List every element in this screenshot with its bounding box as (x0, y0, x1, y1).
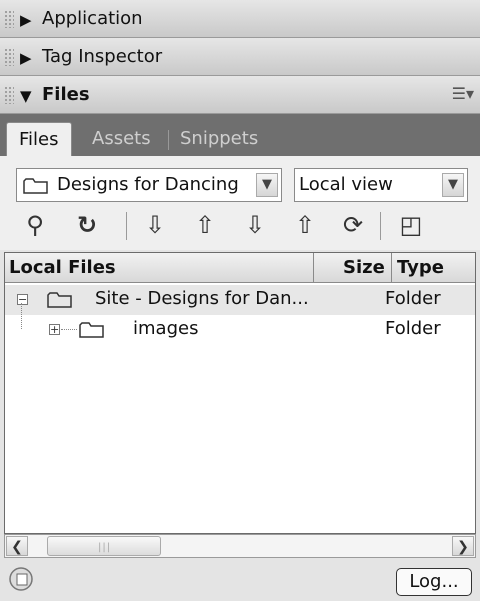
file-list[interactable]: Local Files Size Type − Site - Designs f… (4, 252, 476, 534)
site-select[interactable]: Designs for Dancing ▼ (16, 168, 282, 202)
chevron-down-icon[interactable]: ▼ (442, 173, 464, 197)
column-header-local-files[interactable]: Local Files (9, 257, 116, 278)
tab-assets[interactable]: Assets (92, 122, 151, 156)
check-in-icon[interactable]: ⇧ (290, 210, 320, 240)
folder-icon (47, 292, 72, 308)
scroll-right-icon[interactable]: ❯ (452, 536, 474, 556)
file-type: Folder (385, 318, 441, 339)
files-panel-header[interactable]: ▼ Files ☰▾ (0, 76, 480, 114)
scroll-left-icon[interactable]: ❮ (6, 536, 28, 556)
check-out-icon[interactable]: ⇩ (240, 210, 270, 240)
file-name: images (133, 318, 199, 339)
grip-icon[interactable] (4, 10, 14, 28)
scrollbar-thumb[interactable]: ||| (47, 536, 161, 556)
tab-files[interactable]: Files (6, 122, 72, 157)
application-panel-title: Application (42, 8, 143, 29)
grip-icon[interactable] (4, 48, 14, 66)
column-headers: Local Files Size Type (5, 253, 475, 283)
refresh-icon[interactable]: ↻ (72, 210, 102, 240)
tag-inspector-panel-title: Tag Inspector (42, 46, 163, 67)
chevron-down-icon[interactable]: ▼ (256, 173, 278, 197)
column-header-type[interactable]: Type (397, 257, 444, 278)
tree-line (61, 329, 77, 330)
site-select-value: Designs for Dancing (57, 174, 239, 195)
application-panel-header[interactable]: ▶ Application (0, 0, 480, 38)
files-panel-title: Files (42, 84, 90, 105)
table-row[interactable]: − Site - Designs for Dan... Folder (5, 285, 475, 315)
tab-bar: Files Assets Snippets (0, 114, 480, 157)
column-divider[interactable] (313, 253, 314, 283)
expand-icon[interactable]: ◰ (396, 210, 426, 240)
view-select-value: Local view (299, 174, 393, 195)
tag-inspector-panel-header[interactable]: ▶ Tag Inspector (0, 38, 480, 76)
grip-icon: ||| (98, 542, 112, 553)
put-icon[interactable]: ⇧ (190, 210, 220, 240)
grip-icon[interactable] (4, 86, 14, 104)
file-name: Site - Designs for Dan... (95, 288, 309, 309)
tab-divider (168, 130, 169, 150)
folder-icon (79, 322, 104, 338)
collapsed-triangle-icon: ▶ (20, 11, 32, 29)
collapsed-triangle-icon: ▶ (20, 49, 32, 67)
expanded-triangle-icon: ▼ (20, 87, 32, 105)
connect-icon[interactable]: ⚲ (20, 210, 50, 240)
column-divider[interactable] (391, 253, 392, 283)
horizontal-scrollbar[interactable]: ❮ ||| ❯ (4, 534, 476, 558)
folder-icon (23, 178, 48, 194)
column-header-size[interactable]: Size (343, 257, 385, 278)
synchronize-icon[interactable]: ⟳ (338, 210, 368, 240)
file-type: Folder (385, 288, 441, 309)
tree-line (21, 303, 23, 329)
files-toolbar: Designs for Dancing ▼ Local view ▼ ⚲ ↻ ⇩… (0, 156, 480, 250)
status-bar: Log... (0, 560, 480, 601)
get-icon[interactable]: ⇩ (140, 210, 170, 240)
log-button[interactable]: Log... (396, 568, 472, 596)
toolbar-divider (380, 212, 381, 240)
table-row[interactable]: + images Folder (5, 303, 475, 345)
connection-status-icon (9, 567, 33, 591)
panel-options-icon[interactable]: ☰▾ (452, 84, 474, 103)
tab-snippets[interactable]: Snippets (180, 122, 258, 156)
expand-icon[interactable]: + (49, 324, 60, 335)
toolbar-divider (126, 212, 127, 240)
view-select[interactable]: Local view ▼ (294, 168, 468, 202)
